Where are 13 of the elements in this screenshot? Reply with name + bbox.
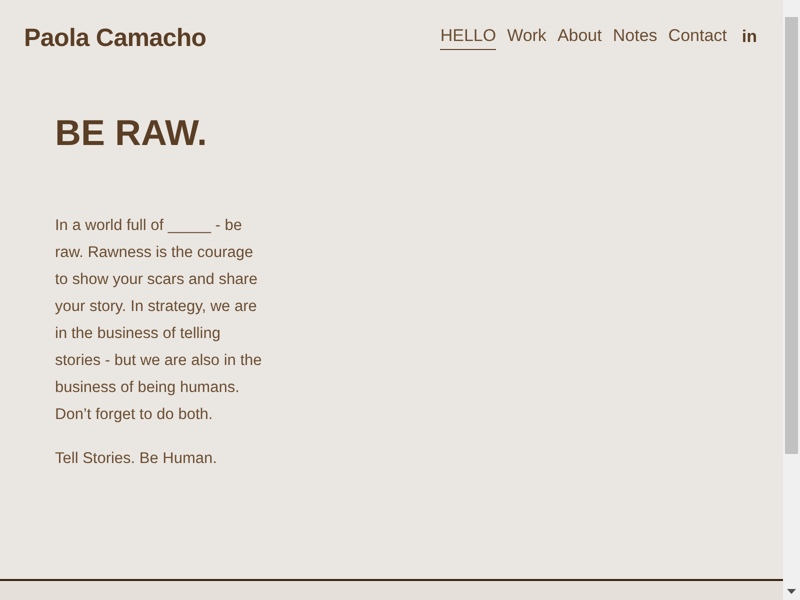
site-title[interactable]: Paola Camacho [24,24,206,52]
paragraph: Tell Stories. Be Human. [55,449,218,469]
scroll-down-arrow-icon[interactable] [787,589,796,594]
nav-link[interactable]: Notes [612,26,658,50]
page-heading: BE RAW. [55,112,208,154]
linkedin-link[interactable]: in [742,26,757,50]
scrollbar-thumb[interactable] [785,17,798,454]
nav-link[interactable]: About [557,26,602,50]
nav-link[interactable]: HELLO [440,26,496,50]
nav-link[interactable]: Work [507,26,546,50]
nav-link[interactable]: Contact [668,26,727,50]
paragraph: In a world full of _____ - be raw. Rawness is the courage to show your scars and share your story. In strategy, we are in the business of telling stories - but we are also in the business of being humans. Don’t forget to do both. [55,216,263,425]
scrollbar[interactable] [783,0,800,600]
